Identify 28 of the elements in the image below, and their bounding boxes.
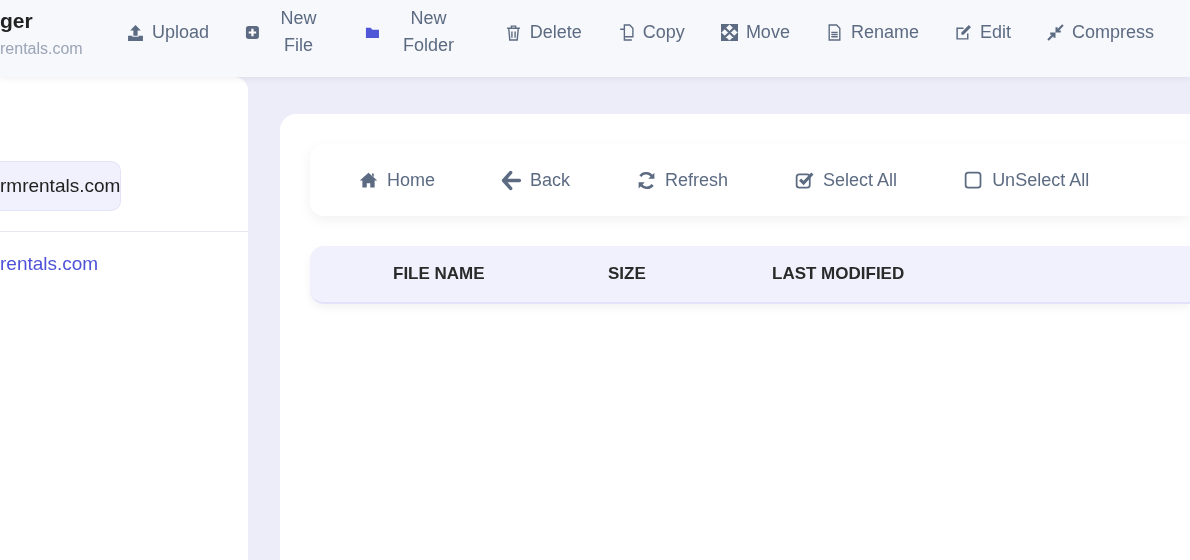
plus-square-button[interactable]: New File bbox=[245, 5, 330, 59]
refresh-button[interactable]: Refresh bbox=[636, 166, 729, 194]
trash-icon bbox=[504, 23, 522, 41]
column-header[interactable]: FILE NAME bbox=[310, 261, 608, 287]
column-header[interactable]: SIZE bbox=[608, 261, 772, 287]
upload-icon bbox=[127, 23, 145, 41]
compress-arrows-button[interactable]: Compress bbox=[1046, 18, 1154, 46]
checked-checkbox-button[interactable]: Select All bbox=[794, 166, 898, 194]
empty-checkbox-button[interactable]: UnSelect All bbox=[963, 166, 1090, 194]
copy-button[interactable]: Copy bbox=[617, 18, 685, 46]
compress-arrows-icon bbox=[1046, 23, 1064, 41]
domain-item[interactable]: rmrentals.com bbox=[0, 161, 122, 211]
document-button[interactable]: Rename bbox=[825, 18, 919, 46]
domain-subtitle: rentals.com bbox=[0, 39, 84, 59]
app-title: ger bbox=[0, 10, 34, 31]
back-arrow-button[interactable]: Back bbox=[501, 166, 571, 194]
folder-button[interactable]: New Folder bbox=[365, 5, 469, 59]
home-button[interactable]: Home bbox=[358, 166, 435, 194]
edit-icon bbox=[954, 23, 972, 41]
plus-square-icon bbox=[245, 23, 260, 41]
edit-button[interactable]: Edit bbox=[954, 18, 1011, 46]
column-header[interactable]: LAST MODIFIED bbox=[772, 261, 972, 287]
expand-arrows-button[interactable]: Move bbox=[720, 18, 790, 46]
domain-item[interactable]: rentals.com bbox=[0, 250, 99, 279]
document-icon bbox=[825, 23, 843, 41]
back-arrow-icon bbox=[501, 169, 522, 191]
upload-button[interactable]: Upload bbox=[127, 18, 210, 46]
trash-button[interactable]: Delete bbox=[504, 18, 582, 46]
